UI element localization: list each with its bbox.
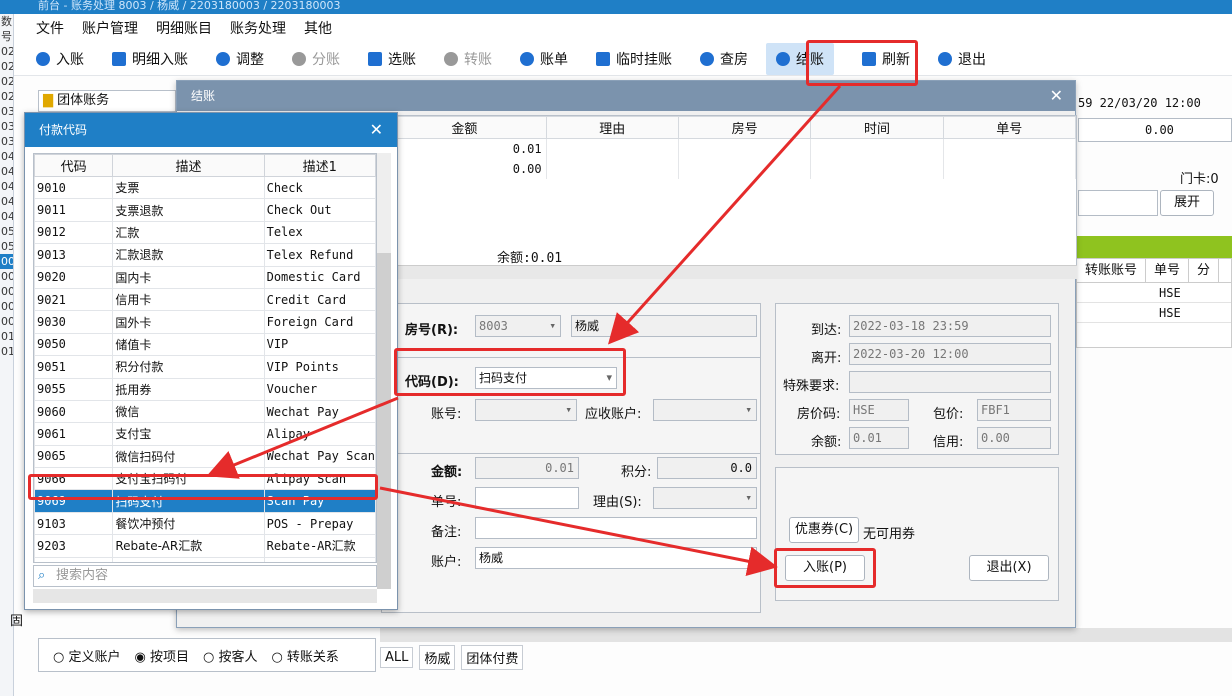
annotation-arrows xyxy=(206,84,842,577)
arrow-to-row xyxy=(206,396,399,479)
arrow-to-code xyxy=(607,84,842,345)
arrow-to-post xyxy=(379,486,778,577)
